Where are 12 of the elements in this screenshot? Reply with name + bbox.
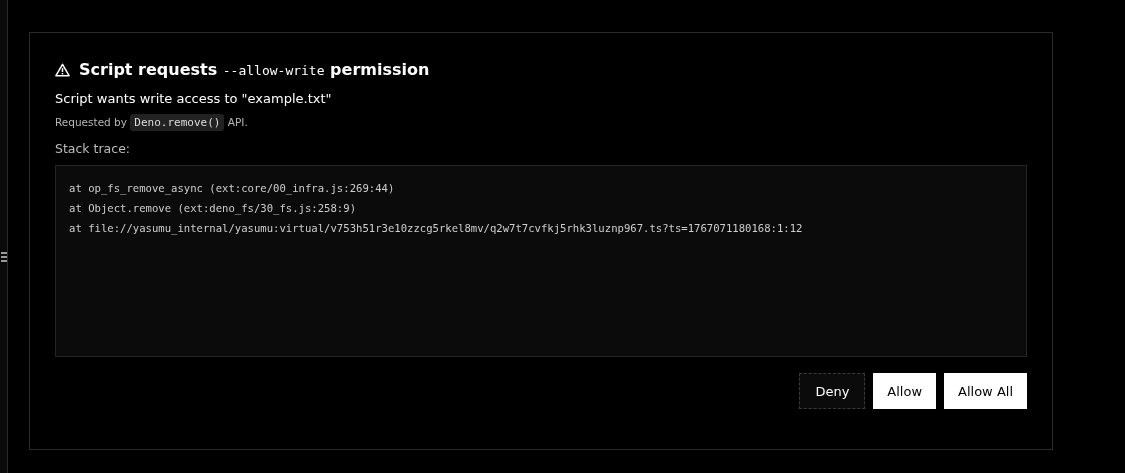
drag-handle-icon[interactable]	[0, 251, 7, 262]
allow-button[interactable]: Allow	[873, 373, 937, 409]
deny-button[interactable]: Deny	[799, 373, 866, 409]
stack-trace-line: at op_fs_remove_async (ext:core/00_infra.js:269:44)	[69, 181, 396, 197]
stack-trace-label: Stack trace:	[55, 141, 132, 156]
allow-button[interactable]: Allow All	[944, 373, 1027, 409]
stack-trace-line: at file://yasumu_internal/yasumu:virtual/v753h51r3e10zzcg5rkel8mv/q2w7t7cvfkj5rhk3luznp967.ts?ts=1767071180168:1:12	[69, 221, 804, 237]
permission-message: Script wants write access to "example.txt"	[55, 91, 333, 106]
warning-icon	[55, 62, 70, 77]
stack-trace-line: at Object.remove (ext:deno_fs/30_fs.js:258:9)	[69, 201, 357, 217]
requested-by-text: Requested by Deno.remove() API.	[55, 116, 249, 129]
dialog-title: Script requests --allow-write permission	[79, 60, 430, 79]
